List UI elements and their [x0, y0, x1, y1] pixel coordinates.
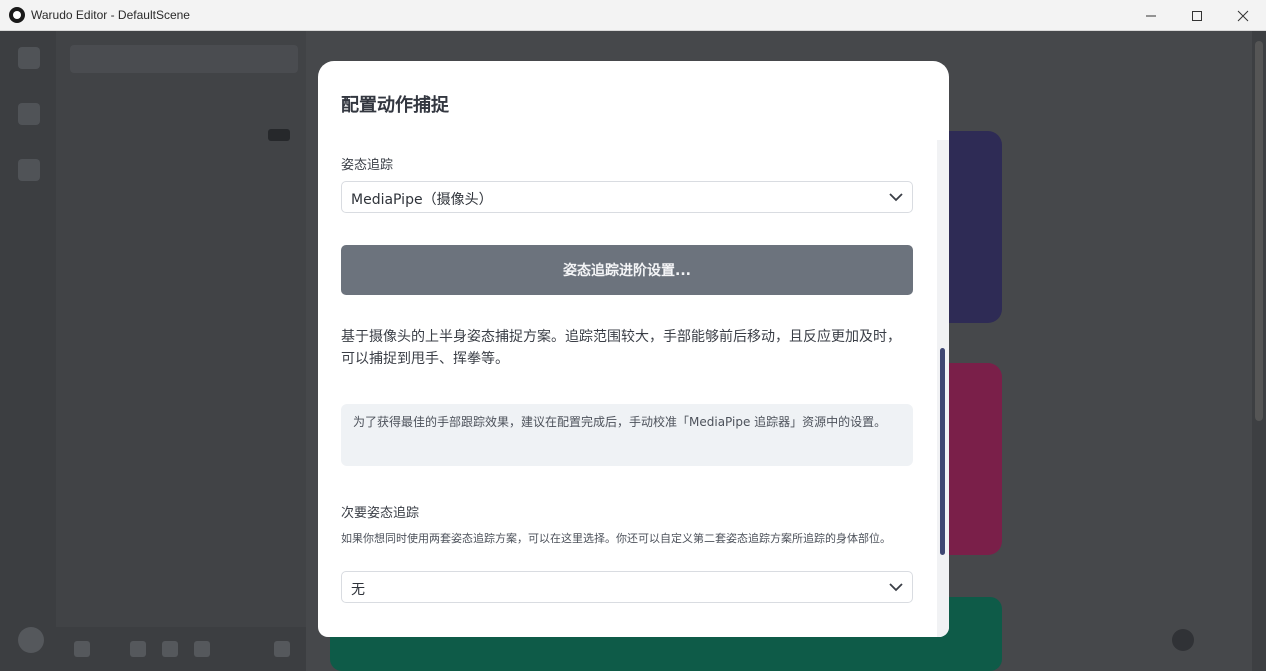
plugins-icon [18, 159, 40, 181]
left-rail [0, 31, 56, 671]
folder-icon [194, 641, 210, 657]
add-icon [74, 641, 90, 657]
motion-capture-dialog: 配置动作捕捉 姿态追踪 MediaPipe（摄像头） 姿态追踪进阶设置... 基… [318, 61, 949, 637]
advanced-settings-button[interactable]: 姿态追踪进阶设置... [341, 245, 913, 295]
pose-tracking-select[interactable]: MediaPipe（摄像头） [341, 181, 913, 213]
main-scrollbar[interactable] [1252, 31, 1266, 671]
secondary-tracking-value: 无 [351, 582, 365, 598]
maximize-icon [1192, 10, 1202, 21]
warudo-logo-icon [9, 7, 25, 23]
scene-panel [56, 31, 306, 671]
panel-toolbar [56, 627, 306, 671]
camera-icon [268, 129, 290, 141]
chevron-down-icon [889, 193, 903, 202]
close-icon [1237, 10, 1249, 21]
maximize-button[interactable] [1174, 0, 1220, 31]
minimize-button[interactable] [1128, 0, 1174, 31]
dialog-title: 配置动作捕捉 [341, 95, 449, 116]
edit-icon [162, 641, 178, 657]
window-title: Warudo Editor - DefaultScene [31, 8, 190, 22]
secondary-tracking-select[interactable]: 无 [341, 571, 913, 603]
pose-tracking-value: MediaPipe（摄像头） [351, 192, 493, 208]
microphone-icon [1172, 629, 1194, 651]
assets-icon [18, 103, 40, 125]
tracking-description: 基于摄像头的上半身姿态捕捉方案。追踪范围较大，手部能够前后移动，且反应更加及时，… [341, 329, 901, 367]
title-bar: Warudo Editor - DefaultScene [0, 0, 1266, 31]
chevron-down-icon [889, 583, 903, 592]
calibration-note: 为了获得最佳的手部跟踪效果，建议在配置完成后，手动校准「MediaPipe 追踪… [341, 404, 913, 466]
copy-icon [130, 641, 146, 657]
pose-tracking-label: 姿态追踪 [341, 158, 394, 173]
layout-icon [274, 641, 290, 657]
secondary-tracking-help: 如果你想同时使用两套姿态追踪方案，可以在这里选择。你还可以自定义第二套姿态追踪方… [341, 532, 891, 545]
avatar-icon [18, 627, 44, 653]
dialog-scrollbar-thumb[interactable] [940, 348, 945, 555]
minimize-icon [1146, 15, 1156, 16]
scene-icon [18, 47, 40, 69]
close-button[interactable] [1220, 0, 1266, 31]
panel-header [70, 45, 298, 73]
window-controls [1128, 0, 1266, 31]
main-scrollbar-thumb[interactable] [1255, 41, 1263, 421]
secondary-tracking-label: 次要姿态追踪 [341, 506, 420, 521]
